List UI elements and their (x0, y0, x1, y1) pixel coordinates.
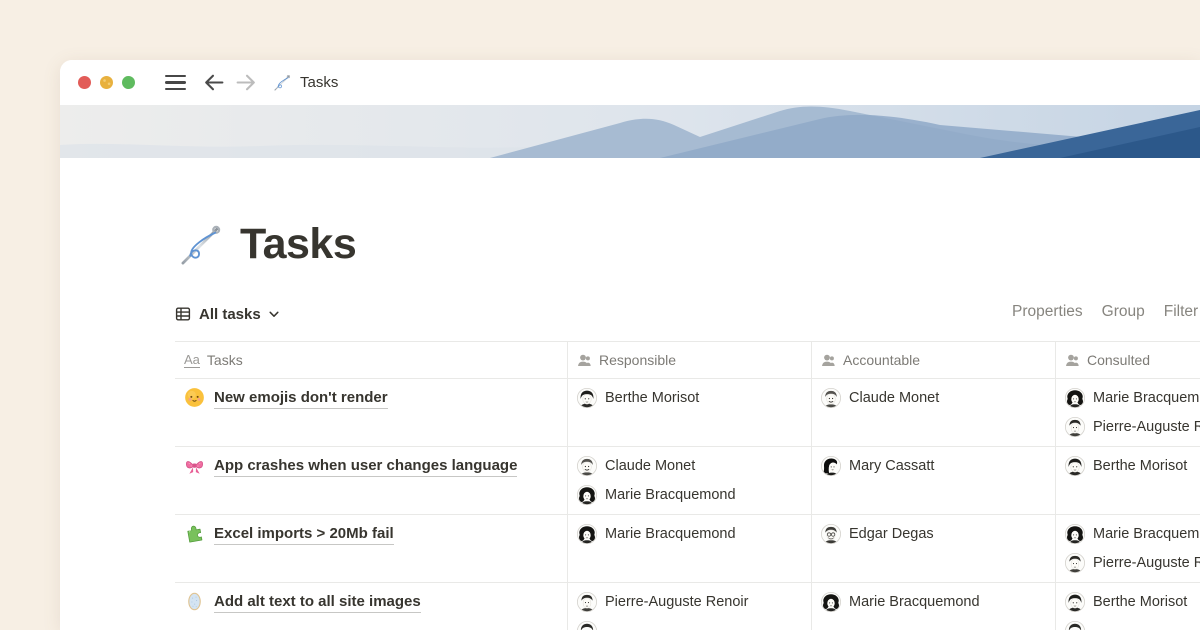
consulted-cell[interactable]: Berthe Morisot (1056, 447, 1200, 514)
chevron-down-icon (269, 311, 279, 318)
browser-window: Tasks Tasks All tasks Properties Gr (60, 60, 1200, 630)
consulted-cell[interactable]: Marie Bracquemond Pierre-Auguste Renoir (1056, 379, 1200, 446)
text-property-icon: Aa (184, 353, 200, 368)
responsible-cell[interactable]: Berthe Morisot (568, 379, 812, 446)
task-title-link[interactable]: App crashes when user changes language (214, 456, 517, 477)
avatar-marie-bracquemond (1065, 388, 1085, 408)
sewing-needle-icon (273, 73, 292, 92)
table-options-menu: Properties Group Filter (1012, 303, 1198, 321)
table-row: Add alt text to all site images Pierre-A… (175, 583, 1200, 630)
tasks-table: Aa Tasks Responsible Accountable Consult… (175, 341, 1200, 630)
face-emoji-icon (184, 387, 205, 408)
minimize-window-button[interactable] (100, 76, 113, 89)
egg-emoji-icon (184, 591, 205, 612)
browser-chrome: Tasks (60, 60, 1200, 105)
view-toolbar: All tasks Properties Group Filter (175, 298, 1200, 330)
page-header: Tasks (178, 218, 1200, 270)
forward-arrow-icon[interactable] (235, 71, 258, 94)
page-cover-image (60, 105, 1200, 158)
table-row: Excel imports > 20Mb fail Marie Bracquem… (175, 515, 1200, 583)
accountable-cell[interactable]: Claude Monet (812, 379, 1056, 446)
person-property-icon (577, 353, 592, 368)
person-property-icon (1065, 353, 1080, 368)
back-arrow-icon[interactable] (202, 71, 225, 94)
zoom-window-button[interactable] (122, 76, 135, 89)
breadcrumb-page-title: Tasks (300, 74, 338, 91)
table-view-icon (175, 306, 191, 322)
avatar-berthe-morisot (577, 388, 597, 408)
task-cell: Add alt text to all site images (175, 583, 568, 630)
avatar-marie-bracquemond (1065, 524, 1085, 544)
responsible-cell[interactable]: Marie Bracquemond (568, 515, 812, 582)
column-header-tasks[interactable]: Aa Tasks (175, 342, 568, 378)
task-cell: App crashes when user changes language (175, 447, 568, 514)
avatar-claude-monet (577, 456, 597, 476)
person-property-icon (821, 353, 836, 368)
responsible-cell[interactable]: Pierre-Auguste Renoir (568, 583, 812, 630)
avatar-marie-bracquemond (577, 485, 597, 505)
avatar-partial (577, 621, 597, 630)
close-window-button[interactable] (78, 76, 91, 89)
avatar-mary-cassatt (821, 456, 841, 476)
responsible-cell[interactable]: Claude Monet Marie Bracquemond (568, 447, 812, 514)
menu-icon[interactable] (165, 75, 186, 91)
filter-button[interactable]: Filter (1164, 303, 1198, 321)
table-header-row: Aa Tasks Responsible Accountable Consult… (175, 341, 1200, 379)
properties-button[interactable]: Properties (1012, 303, 1083, 321)
traffic-lights (78, 76, 135, 89)
avatar-marie-bracquemond (577, 524, 597, 544)
accountable-cell[interactable]: Edgar Degas (812, 515, 1056, 582)
avatar-claude-monet (821, 388, 841, 408)
consulted-cell[interactable]: Marie Bracquemond Pierre-Auguste Renoir (1056, 515, 1200, 582)
avatar-edgar-degas (821, 524, 841, 544)
table-row: New emojis don't render Berthe Morisot C… (175, 379, 1200, 447)
page-title: Tasks (240, 220, 356, 269)
accountable-cell[interactable]: Mary Cassatt (812, 447, 1056, 514)
puzzle-emoji-icon (184, 523, 205, 544)
avatar-berthe-morisot (1065, 592, 1085, 612)
avatar-berthe-morisot (1065, 456, 1085, 476)
column-header-responsible[interactable]: Responsible (568, 342, 812, 378)
accountable-cell[interactable]: Marie Bracquemond (812, 583, 1056, 630)
avatar-pierre-auguste-renoir (1065, 417, 1085, 437)
task-title-link[interactable]: Add alt text to all site images (214, 592, 421, 613)
task-cell: Excel imports > 20Mb fail (175, 515, 568, 582)
group-button[interactable]: Group (1102, 303, 1145, 321)
avatar-partial (1065, 621, 1085, 630)
task-title-link[interactable]: Excel imports > 20Mb fail (214, 524, 394, 545)
sewing-needle-icon[interactable] (178, 221, 225, 268)
task-title-link[interactable]: New emojis don't render (214, 388, 388, 409)
avatar-pierre-auguste-renoir (1065, 553, 1085, 573)
avatar-pierre-auguste-renoir (577, 592, 597, 612)
task-cell: New emojis don't render (175, 379, 568, 446)
column-header-accountable[interactable]: Accountable (812, 342, 1056, 378)
page-content: Tasks All tasks Properties Group Filter … (60, 218, 1200, 630)
view-switcher-button[interactable]: All tasks (175, 306, 279, 323)
avatar-marie-bracquemond (821, 592, 841, 612)
consulted-cell[interactable]: Berthe Morisot (1056, 583, 1200, 630)
column-header-consulted[interactable]: Consulted (1056, 342, 1200, 378)
view-name: All tasks (199, 306, 261, 323)
ribbon-emoji-icon (184, 455, 205, 476)
table-row: App crashes when user changes language C… (175, 447, 1200, 515)
